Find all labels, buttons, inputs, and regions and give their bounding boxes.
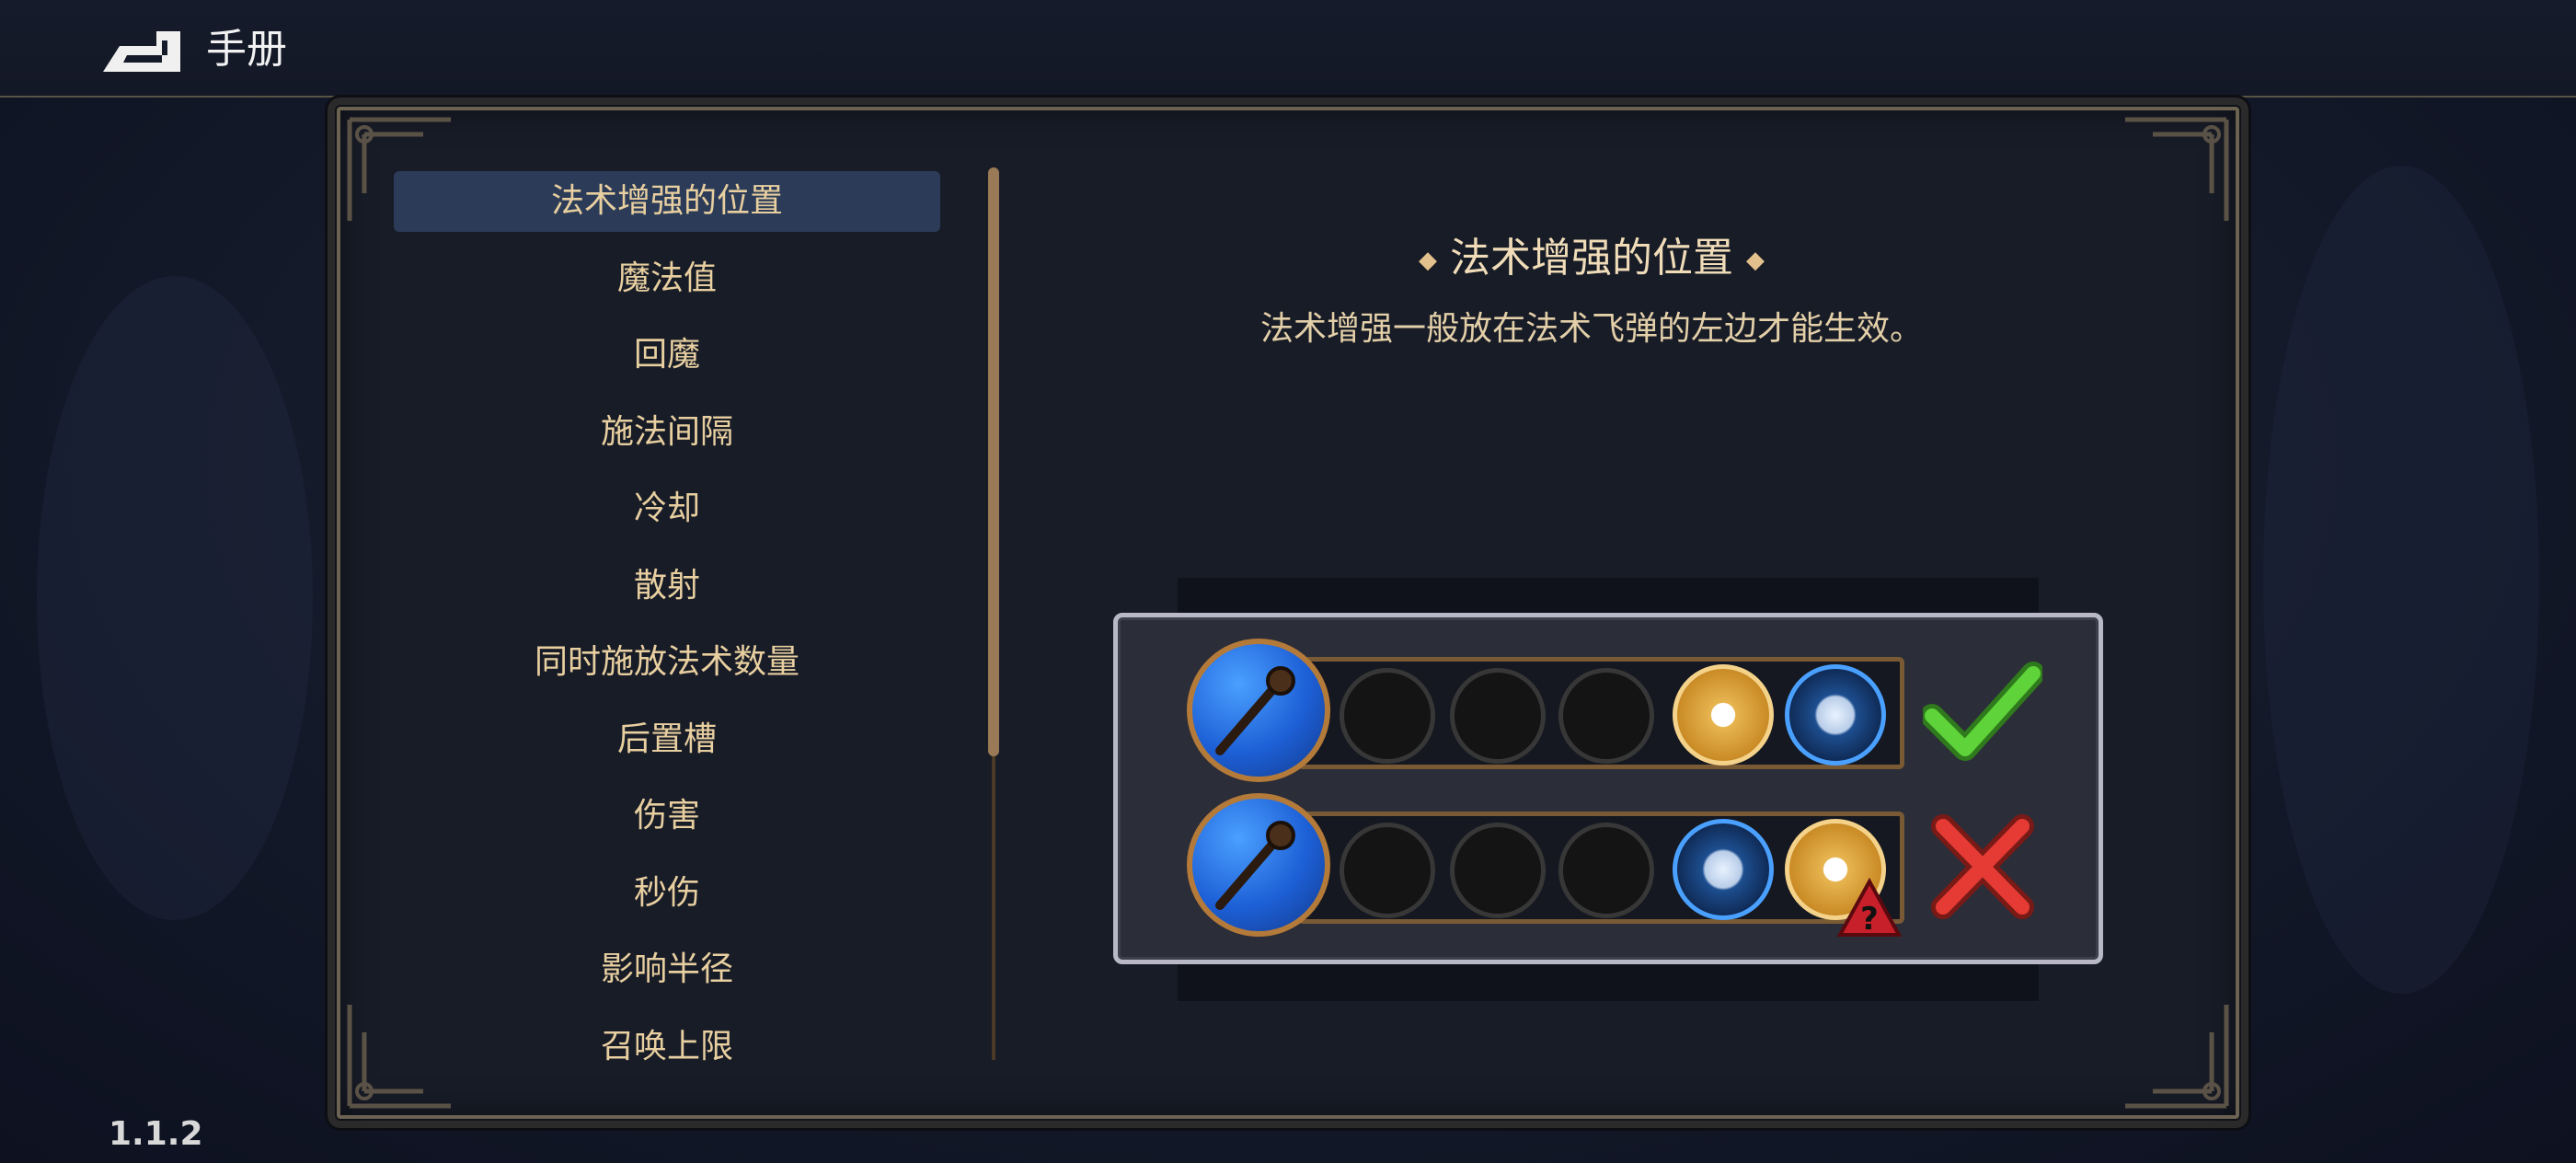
topic-item-multicast[interactable]: 同时施放法术数量 [394,632,940,693]
topic-item-rear-slot[interactable]: 后置槽 [394,709,940,770]
empty-slot [1558,823,1654,918]
empty-slot [1450,823,1546,918]
spell-projectile-icon [1673,819,1774,920]
corner-ornament [2125,1005,2229,1109]
back-icon [103,31,180,72]
spell-projectile-icon [1785,664,1886,766]
example-row-correct [1187,639,2042,786]
cross-icon [1931,814,2034,919]
back-button[interactable] [99,26,188,77]
scrollbar-thumb[interactable] [988,167,999,756]
empty-slot [1450,668,1546,764]
content-heading: ◆ 法术增强的位置 ◆ [1270,225,1914,283]
wand-icon [1187,639,1330,782]
warning-icon: ? [1836,878,1903,938]
content-title-text: 法术增强的位置 [1450,235,1733,282]
corner-ornament [2125,117,2229,221]
topic-item-cast-delay[interactable]: 施法间隔 [394,402,940,463]
background-shape [37,276,313,920]
check-icon [1923,662,2042,761]
content-description: 法术增强一般放在法术飞弹的左边才能生效。 [1259,310,1923,348]
background-shape [2263,166,2539,994]
empty-slot [1340,823,1435,918]
topic-item-radius[interactable]: 影响半径 [394,939,940,1000]
topic-item-dps[interactable]: 秒伤 [394,863,940,924]
spell-modifier-icon [1673,664,1774,766]
diamond-icon: ◆ [1419,247,1437,274]
diamond-icon: ◆ [1746,247,1765,274]
example-row-incorrect: ? [1187,793,2034,940]
topic-item-spread[interactable]: 散射 [394,556,940,616]
empty-slot [1558,668,1654,764]
topic-item-spell-boost-position[interactable]: 法术增强的位置 [394,171,940,232]
empty-slot [1340,668,1435,764]
topic-item-cooldown[interactable]: 冷却 [394,478,940,539]
version-label: 1.1.2 [109,1115,203,1153]
topic-item-mana-regen[interactable]: 回魔 [394,325,940,386]
topic-item-damage[interactable]: 伤害 [394,786,940,846]
topic-list: 法术增强的位置 魔法值 回魔 施法间隔 冷却 散射 同时施放法术数量 后置槽 伤… [394,171,940,1093]
top-bar: 手册 [0,0,2576,98]
wand-icon [1187,793,1330,937]
warning-icon-text: ? [1860,901,1879,938]
page-title: 手册 [206,26,287,73]
topic-item-summon-limit[interactable]: 召唤上限 [394,1017,940,1077]
topic-item-mana[interactable]: 魔法值 [394,248,940,309]
